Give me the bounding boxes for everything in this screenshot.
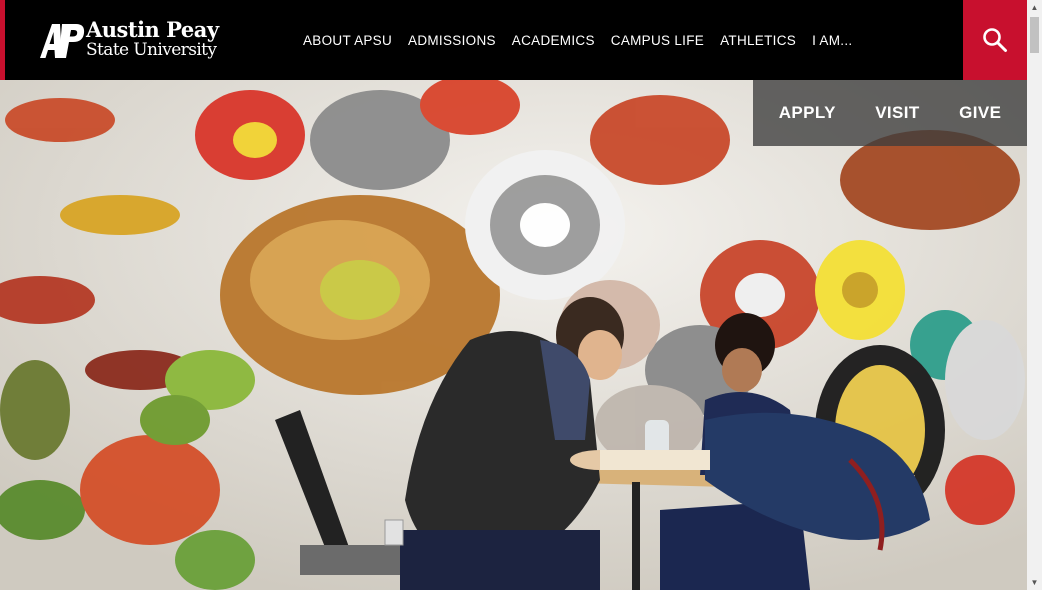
- hero-image: [0, 80, 1027, 590]
- vertical-scrollbar[interactable]: ▲ ▼: [1027, 0, 1042, 590]
- logo-subtitle: State University: [86, 40, 217, 60]
- header-accent-bar: [0, 0, 5, 80]
- hero-photo: [0, 80, 1027, 590]
- scrollbar-thumb[interactable]: [1030, 17, 1039, 53]
- logo-title: Austin Peay: [86, 17, 219, 42]
- apply-link[interactable]: APPLY: [779, 103, 836, 123]
- nav-item-about-apsu[interactable]: ABOUT APSU: [303, 33, 392, 48]
- scroll-down-arrow-icon[interactable]: ▼: [1027, 575, 1042, 590]
- main-nav: ABOUT APSU ADMISSIONS ACADEMICS CAMPUS L…: [303, 0, 868, 80]
- nav-item-i-am[interactable]: I AM...: [812, 33, 852, 48]
- nav-item-academics[interactable]: ACADEMICS: [512, 33, 595, 48]
- page-viewport: Austin Peay State University ABOUT APSU …: [0, 0, 1027, 590]
- nav-item-campus-life[interactable]: CAMPUS LIFE: [611, 33, 704, 48]
- nav-item-athletics[interactable]: ATHLETICS: [720, 33, 796, 48]
- give-link[interactable]: GIVE: [959, 103, 1001, 123]
- quick-links-bar: APPLY VISIT GIVE: [753, 80, 1027, 146]
- scroll-up-arrow-icon[interactable]: ▲: [1027, 0, 1042, 15]
- search-icon: [983, 28, 1007, 52]
- search-button[interactable]: [963, 0, 1027, 80]
- nav-item-admissions[interactable]: ADMISSIONS: [408, 33, 496, 48]
- ap-logo-mark-icon: [40, 24, 85, 58]
- apsu-logo[interactable]: Austin Peay State University: [38, 17, 219, 64]
- site-header: Austin Peay State University ABOUT APSU …: [0, 0, 1027, 80]
- visit-link[interactable]: VISIT: [875, 103, 920, 123]
